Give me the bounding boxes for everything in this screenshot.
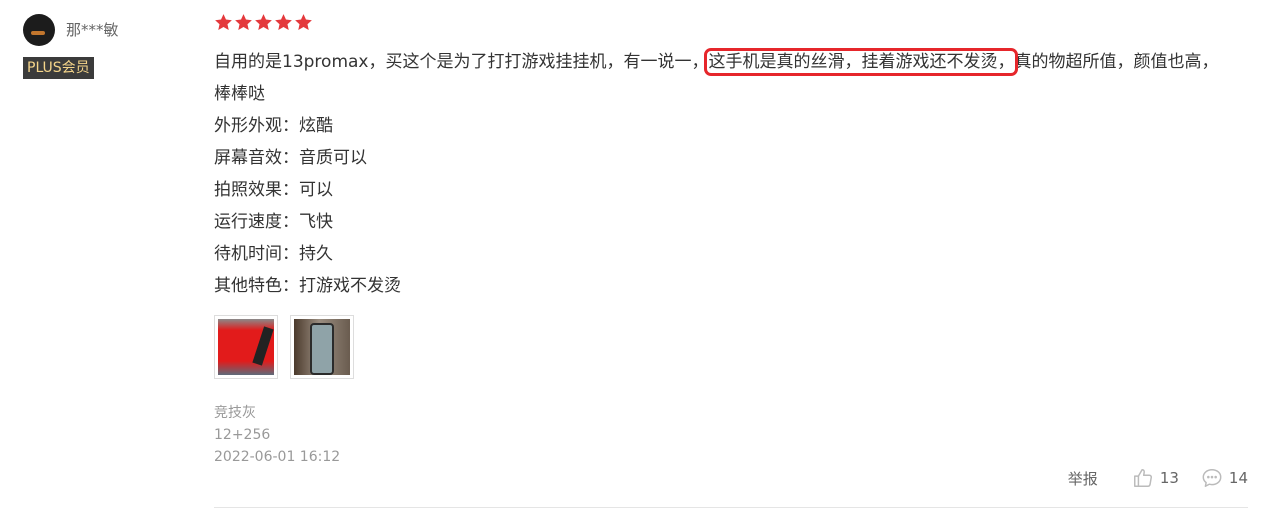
star-icon xyxy=(255,14,272,31)
review-date: 2022-06-01 16:12 xyxy=(214,449,341,465)
like-button[interactable]: 13 xyxy=(1132,467,1179,489)
phone-photo-image xyxy=(218,319,274,375)
product-spec: 12+256 xyxy=(214,427,271,443)
review-text-start: 自用的是13promax，买这个是为了打打游戏挂挂机，有一说一， xyxy=(214,52,709,72)
purchase-meta: 竞技灰 12+256 2022-06-01 16:12 xyxy=(214,402,340,468)
comment-count: 14 xyxy=(1228,469,1248,487)
star-icon xyxy=(275,14,292,31)
product-color: 竞技灰 xyxy=(214,405,256,421)
star-icon xyxy=(295,14,312,31)
phone-photo-image xyxy=(294,319,350,375)
review-image-thumbnail[interactable] xyxy=(290,315,354,379)
rating-stars xyxy=(214,13,313,32)
review-content: 自用的是13promax，买这个是为了打打游戏挂挂机，有一说一，这手机是真的丝滑… xyxy=(214,46,1234,302)
star-icon xyxy=(235,14,252,31)
attribute-speed: 运行速度：飞快 xyxy=(214,212,333,232)
comment-icon xyxy=(1202,469,1222,487)
avatar[interactable] xyxy=(23,14,55,46)
star-icon xyxy=(215,14,232,31)
attribute-other: 其他特色：打游戏不发烫 xyxy=(214,276,401,296)
comment-button[interactable]: 14 xyxy=(1201,467,1248,489)
attribute-camera: 拍照效果：可以 xyxy=(214,180,333,200)
report-button[interactable]: 举报 xyxy=(1068,468,1098,489)
plus-member-badge: PLUS会员 xyxy=(23,57,94,79)
divider xyxy=(214,507,1248,508)
like-count: 13 xyxy=(1159,469,1179,487)
thumbs-up-icon xyxy=(1133,469,1152,487)
highlighted-text: 这手机是真的丝滑，挂着游戏还不发烫， xyxy=(704,48,1019,76)
attribute-standby: 待机时间：持久 xyxy=(214,244,333,264)
review-text: 自用的是13promax，买这个是为了打打游戏挂挂机，有一说一，这手机是真的丝滑… xyxy=(214,46,1234,110)
review-images xyxy=(214,315,354,379)
reviewer-name: 那***敏 xyxy=(66,21,119,39)
attribute-appearance: 外形外观：炫酷 xyxy=(214,116,333,136)
attribute-screen-audio: 屏幕音效：音质可以 xyxy=(214,148,367,168)
review-image-thumbnail[interactable] xyxy=(214,315,278,379)
review-actions: 举报 13 14 xyxy=(1068,467,1248,489)
